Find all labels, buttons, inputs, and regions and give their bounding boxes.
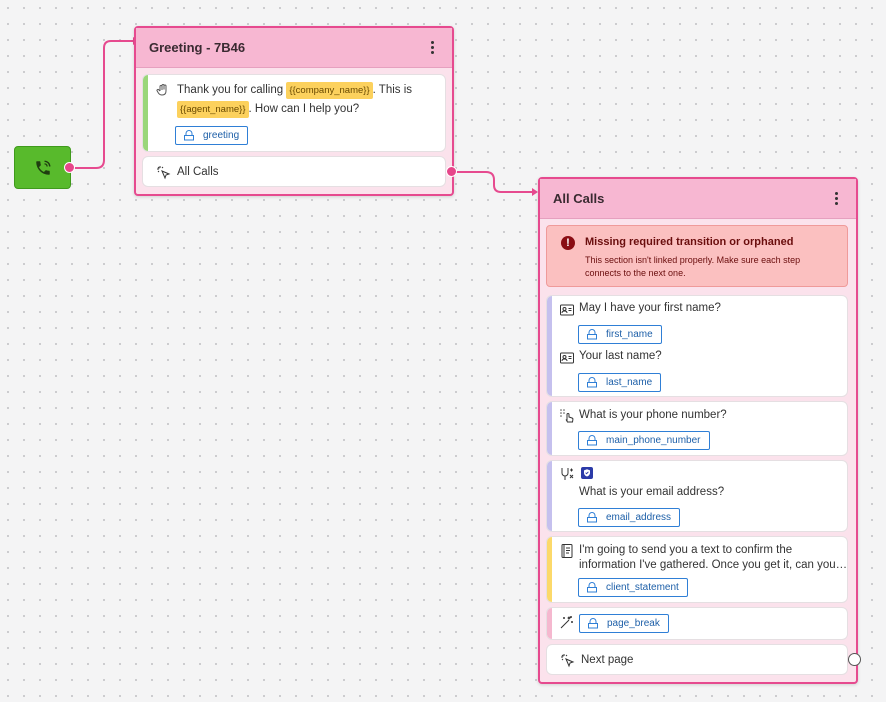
route-next-page[interactable]: Next page [546, 644, 848, 675]
slot-chip[interactable]: page_break [579, 614, 669, 633]
slot-icon [588, 618, 598, 629]
slot-name: page_break [607, 618, 660, 629]
slot-name: main_phone_number [606, 435, 701, 446]
node-title: Greeting - 7B46 [149, 40, 246, 55]
validation-alert: ! Missing required transition or orphane… [546, 225, 848, 287]
slot-chip[interactable]: first_name [578, 325, 662, 344]
card-stripe [547, 461, 552, 531]
contact-card-icon [560, 352, 574, 364]
slot-name: email_address [606, 512, 672, 523]
slot-chip[interactable]: client_statement [578, 578, 688, 597]
card-stripe [547, 296, 552, 396]
route-label: All Calls [177, 166, 219, 178]
message-text: . This is [372, 84, 413, 96]
all-calls-node-header: All Calls [540, 179, 856, 219]
route-label: Next page [581, 654, 634, 666]
slot-chip[interactable]: last_name [578, 373, 662, 392]
start-node[interactable] [14, 146, 71, 189]
slot-name: client_statement [606, 582, 679, 593]
message-text: . How can I help you? [248, 103, 360, 115]
greeting-message-line-2: {{agent_name}}. How can I help you? [177, 100, 359, 118]
question-card-phone[interactable]: What is your phone number? main_phone_nu… [546, 401, 848, 456]
question-text: What is your phone number? [579, 409, 727, 421]
company-name-variable: {{company_name}} [286, 82, 373, 99]
greeting-node-header: Greeting - 7B46 [136, 28, 452, 68]
alert-title: Missing required transition or orphaned [585, 236, 794, 248]
question-text: Your last name? [579, 350, 662, 362]
statement-text-line-2: information I've gathered. Once you get … [579, 559, 848, 571]
error-icon: ! [561, 236, 575, 250]
agent-name-variable: {{agent_name}} [177, 101, 249, 118]
card-stripe [547, 537, 552, 602]
slot-icon [587, 329, 597, 340]
card-stripe [547, 608, 552, 639]
click-icon [561, 654, 575, 668]
card-stripe [143, 75, 148, 151]
contact-card-icon [560, 304, 574, 316]
touch-dial-icon [560, 409, 574, 423]
slot-icon [184, 130, 194, 141]
phone-call-icon [35, 160, 50, 175]
slot-name: last_name [606, 377, 653, 388]
slot-chip[interactable]: email_address [578, 508, 681, 527]
node-title: All Calls [553, 191, 605, 206]
slot-chip[interactable]: greeting [175, 126, 249, 145]
route-all-calls[interactable]: All Calls [142, 156, 446, 187]
more-options-icon[interactable] [828, 192, 844, 205]
slot-name: first_name [606, 329, 653, 340]
slot-name: greeting [203, 130, 240, 141]
message-text: Thank you for calling [177, 84, 284, 96]
click-icon [157, 166, 171, 180]
page-break-card[interactable]: page_break [546, 607, 848, 640]
start-output-port[interactable] [64, 162, 75, 173]
greeting-message-card[interactable]: Thank you for calling {{company_name}}. … [142, 74, 446, 152]
question-text: What is your email address? [579, 486, 725, 498]
next-page-output-port[interactable] [848, 653, 861, 666]
slot-icon [587, 512, 597, 523]
question-text: May I have your first name? [579, 302, 721, 314]
magic-wand-icon [560, 616, 573, 629]
regex-icon [561, 468, 574, 480]
slot-icon [587, 435, 597, 446]
slot-icon [587, 582, 597, 593]
card-stripe [547, 402, 552, 455]
greeting-output-port[interactable] [446, 166, 457, 177]
notebook-icon [561, 544, 573, 558]
greeting-message-line-1: Thank you for calling {{company_name}}. … [177, 81, 412, 99]
alert-message: This section isn't linked properly. Make… [585, 255, 801, 278]
question-card-name[interactable]: May I have your first name? first_name Y… [546, 295, 848, 397]
shield-icon [581, 467, 593, 479]
slot-chip[interactable]: main_phone_number [578, 431, 710, 450]
question-card-email[interactable]: What is your email address? email_addres… [546, 460, 848, 532]
more-options-icon[interactable] [424, 41, 440, 54]
slot-icon [587, 377, 597, 388]
statement-card[interactable]: I'm going to send you a text to confirm … [546, 536, 848, 603]
hand-wave-icon [156, 84, 167, 96]
